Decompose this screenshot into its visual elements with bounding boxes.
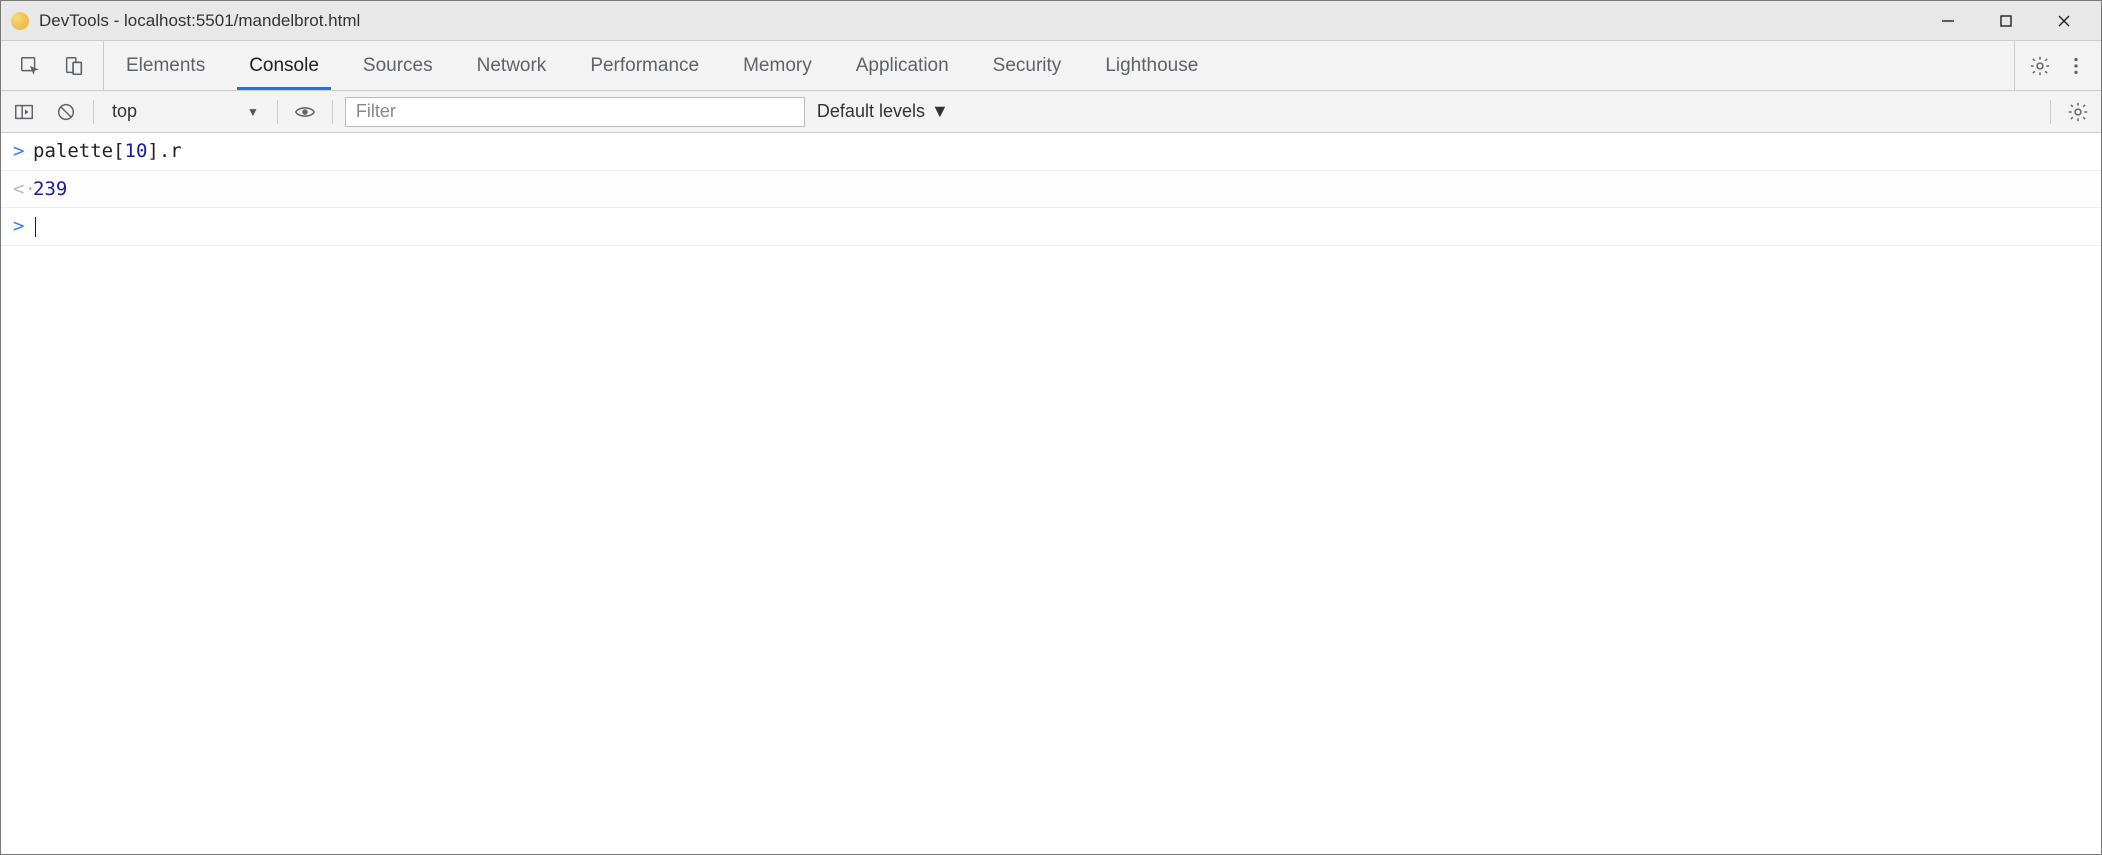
live-expression-button[interactable] [290, 97, 320, 127]
inspect-element-button[interactable] [15, 51, 45, 81]
result-chevron-icon: <· [13, 175, 33, 204]
console-input-row: >palette[10].r [1, 133, 2101, 171]
gear-icon [2067, 101, 2089, 123]
tab-label: Network [477, 55, 547, 77]
ban-icon [55, 101, 77, 123]
tab-security[interactable]: Security [971, 41, 1084, 90]
console-settings-button[interactable] [2063, 97, 2093, 127]
console-prompt-row[interactable]: > [1, 208, 2101, 246]
minimize-icon [1940, 13, 1956, 29]
gear-icon [2029, 55, 2051, 77]
maximize-icon [1998, 13, 2014, 29]
filter-input[interactable] [345, 97, 805, 127]
settings-button[interactable] [2025, 51, 2055, 81]
tab-label: Security [993, 55, 1062, 77]
tab-elements[interactable]: Elements [104, 41, 227, 90]
tab-network[interactable]: Network [455, 41, 569, 90]
toggle-drawer-button[interactable] [9, 97, 39, 127]
eye-icon [294, 101, 316, 123]
tabbar: Elements Console Sources Network Performance… [1, 41, 2101, 91]
console-toolbar: top ▼ Default levels ▼ [1, 91, 2101, 133]
tab-sources[interactable]: Sources [341, 41, 455, 90]
divider [277, 100, 278, 124]
tab-label: Sources [363, 55, 433, 77]
console-input-text: palette[10].r [33, 137, 2091, 166]
text-caret [35, 217, 36, 237]
divider [93, 100, 94, 124]
console-result-text: 239 [33, 175, 2091, 204]
close-icon [2056, 13, 2072, 29]
prompt-chevron-icon: > [13, 212, 33, 241]
log-levels-label: Default levels [817, 101, 925, 122]
console-result-row: <·239 [1, 171, 2101, 209]
close-button[interactable] [2035, 1, 2093, 41]
tabs-list: Elements Console Sources Network Performance… [104, 41, 2014, 90]
maximize-button[interactable] [1977, 1, 2035, 41]
devtools-favicon [11, 12, 29, 30]
tab-label: Lighthouse [1105, 55, 1198, 77]
console-body[interactable]: >palette[10].r<·239> [1, 133, 2101, 854]
tab-label: Console [249, 55, 319, 77]
divider [332, 100, 333, 124]
chevron-down-icon: ▼ [247, 105, 259, 119]
tab-application[interactable]: Application [834, 41, 971, 90]
more-button[interactable] [2061, 51, 2091, 81]
dots-vertical-icon [2065, 55, 2087, 77]
tab-console[interactable]: Console [227, 41, 341, 90]
tab-label: Performance [590, 55, 699, 77]
console-prompt-input[interactable] [33, 212, 2091, 241]
chevron-down-icon: ▼ [931, 101, 949, 122]
titlebar: DevTools - localhost:5501/mandelbrot.htm… [1, 1, 2101, 41]
tab-label: Memory [743, 55, 812, 77]
minimize-button[interactable] [1919, 1, 1977, 41]
sidebar-toggle-icon [13, 101, 35, 123]
tabbar-left-icons [1, 41, 104, 90]
input-chevron-icon: > [13, 137, 33, 166]
device-toolbar-icon [63, 55, 85, 77]
inspect-element-icon [19, 55, 41, 77]
tab-label: Application [856, 55, 949, 77]
context-selector[interactable]: top ▼ [106, 97, 265, 127]
window-title: DevTools - localhost:5501/mandelbrot.htm… [39, 11, 360, 31]
tab-performance[interactable]: Performance [568, 41, 721, 90]
tab-memory[interactable]: Memory [721, 41, 834, 90]
context-label: top [112, 101, 137, 122]
tab-lighthouse[interactable]: Lighthouse [1083, 41, 1220, 90]
log-levels-selector[interactable]: Default levels ▼ [817, 101, 949, 122]
divider [2050, 100, 2051, 124]
tab-label: Elements [126, 55, 205, 77]
devtools-window: DevTools - localhost:5501/mandelbrot.htm… [0, 0, 2102, 855]
device-toolbar-button[interactable] [59, 51, 89, 81]
clear-console-button[interactable] [51, 97, 81, 127]
tabbar-right-icons [2014, 41, 2101, 90]
